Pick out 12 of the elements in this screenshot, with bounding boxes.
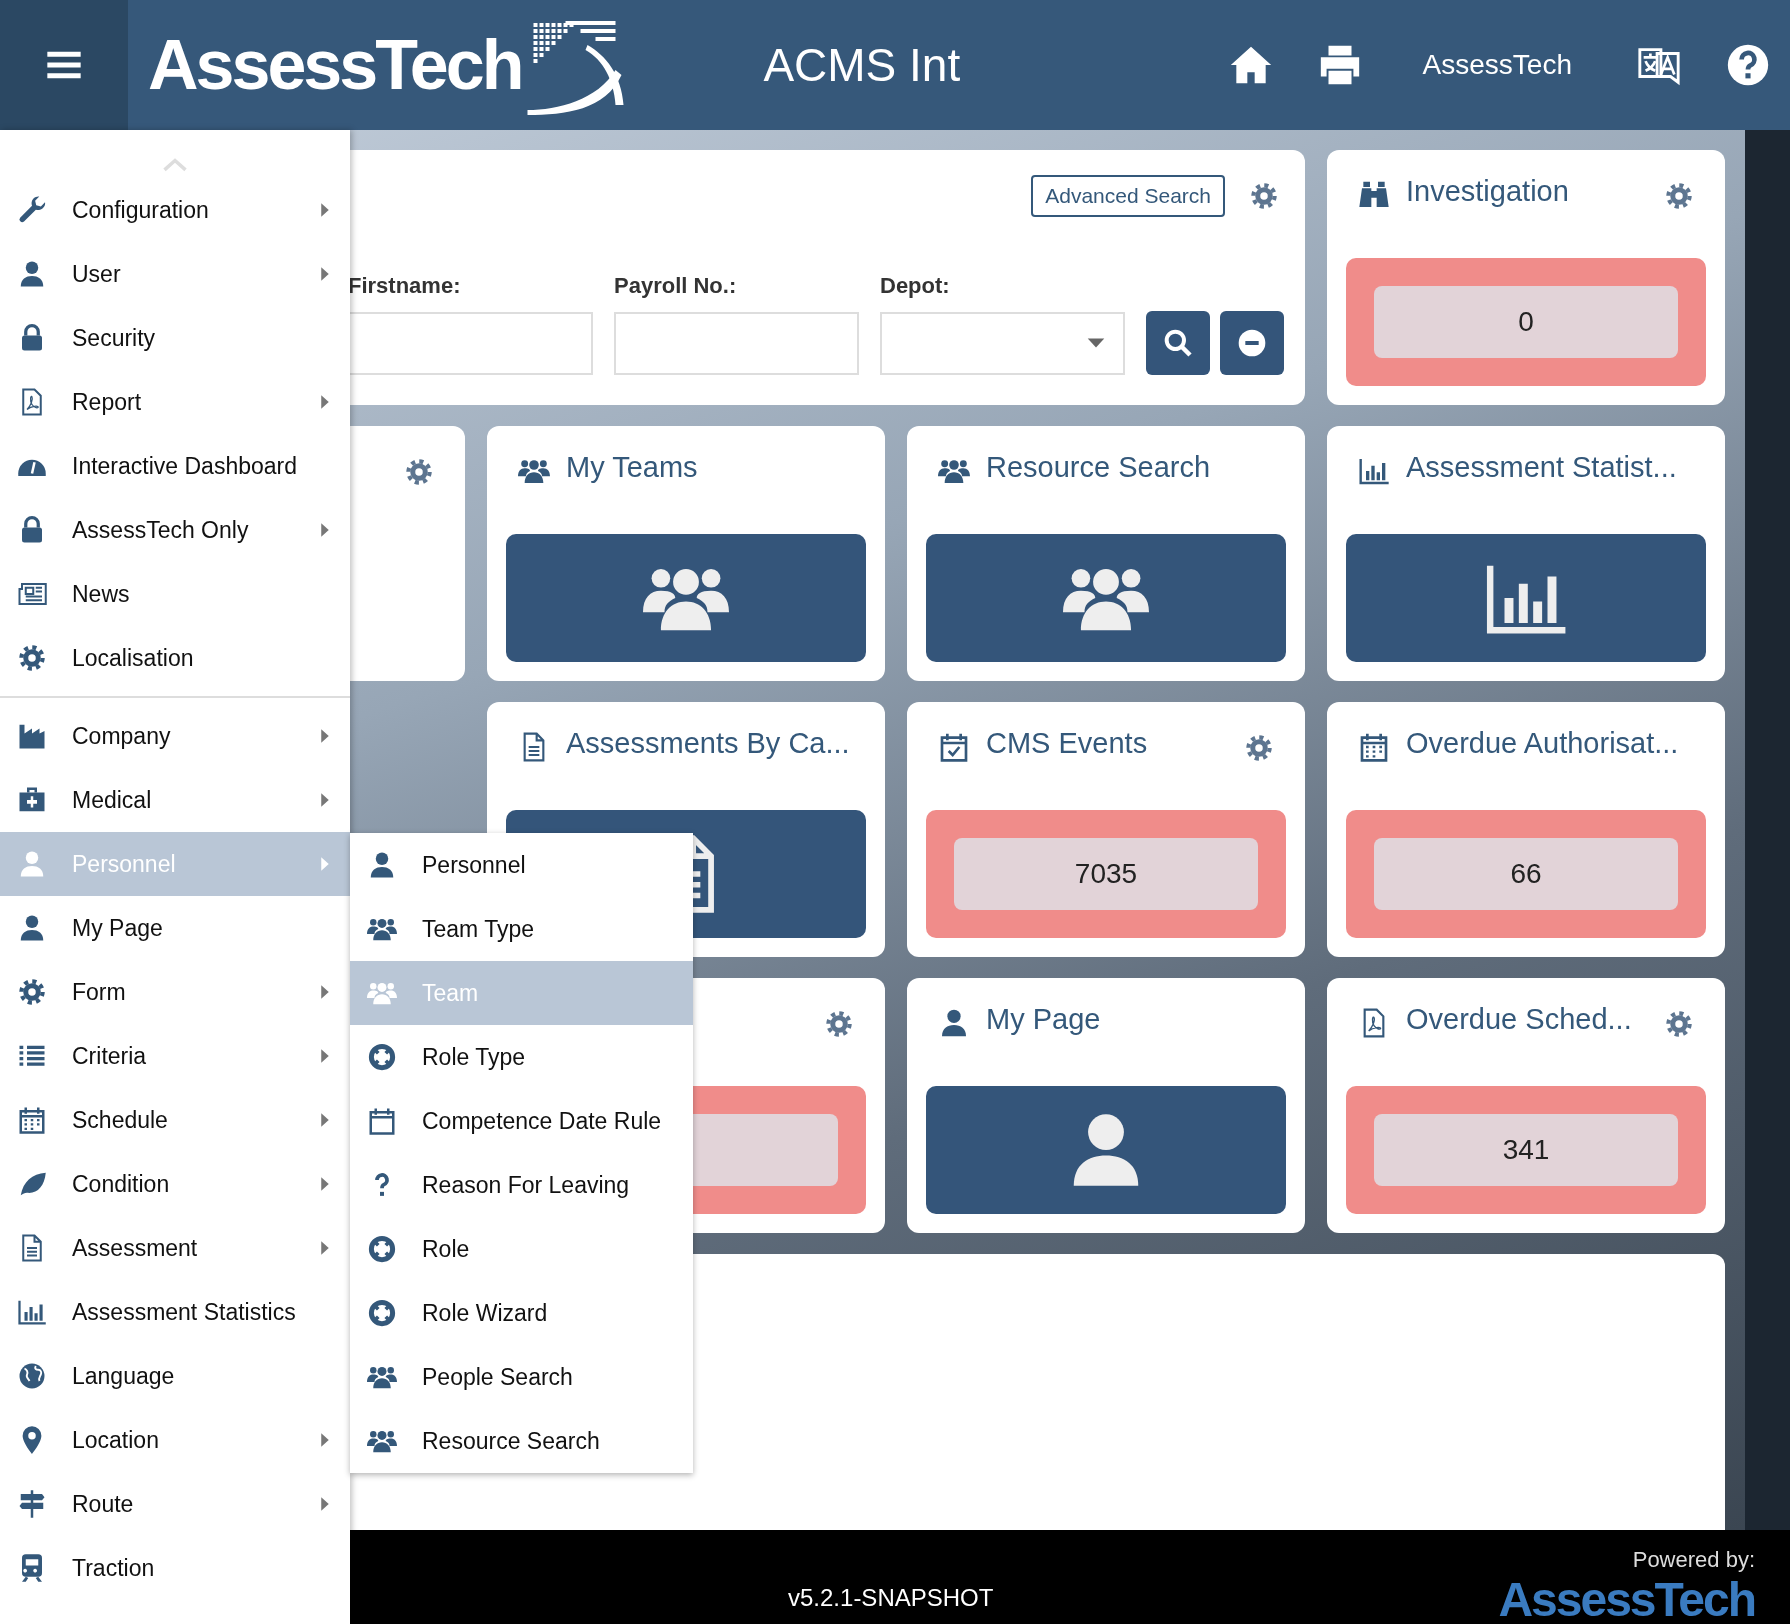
field-label: Payroll No.: [614, 271, 738, 300]
field-label: Firstname: [348, 271, 462, 300]
app-title: ACMS Int [763, 37, 961, 93]
count-value: 7035 [954, 838, 1258, 910]
count-value: 341 [1374, 1114, 1678, 1186]
count-value: 66 [1374, 838, 1678, 910]
logo-text: AssessTech [148, 30, 522, 100]
field-label: Depot: [880, 271, 951, 300]
powered-by-text: Powered by: [1632, 1546, 1755, 1574]
version-text: v5.2.1-SNAPSHOT [788, 1583, 994, 1613]
count-value: 0 [1374, 286, 1678, 358]
footer-logo-text: AssessTech [1498, 1576, 1755, 1624]
